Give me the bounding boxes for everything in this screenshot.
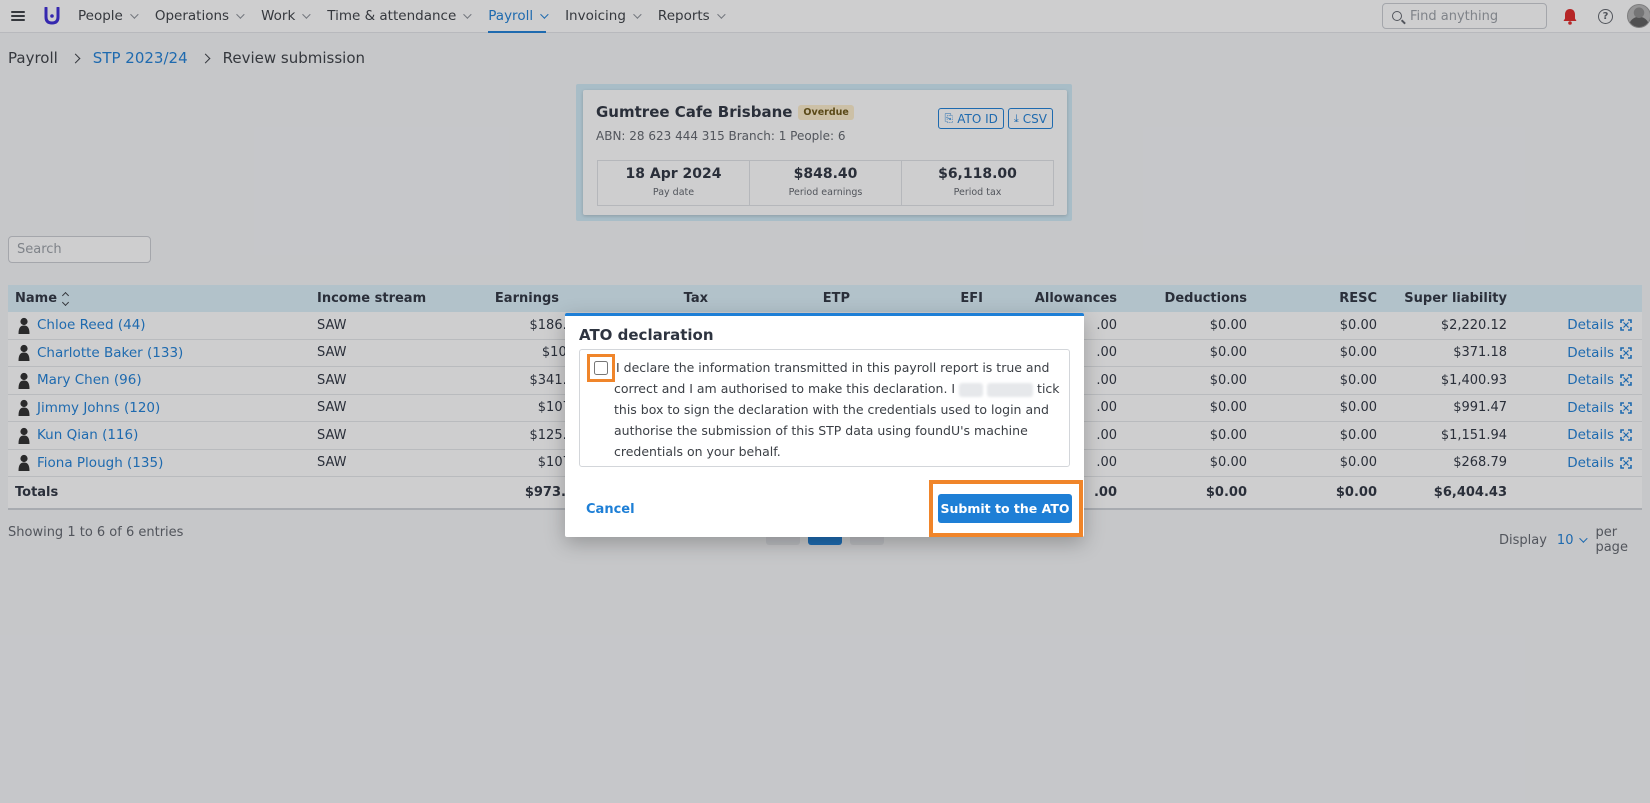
declaration-text-part1: I declare the information transmitted in… xyxy=(614,360,1050,396)
modal-title: ATO declaration xyxy=(579,326,714,344)
declaration-text: I declare the information transmitted in… xyxy=(614,357,1061,462)
redacted-name xyxy=(987,382,1034,397)
redacted-name xyxy=(959,382,984,397)
submit-to-ato-button[interactable]: Submit to the ATO xyxy=(938,494,1072,523)
declaration-checkbox[interactable] xyxy=(594,361,608,375)
cancel-button[interactable]: Cancel xyxy=(586,502,635,517)
